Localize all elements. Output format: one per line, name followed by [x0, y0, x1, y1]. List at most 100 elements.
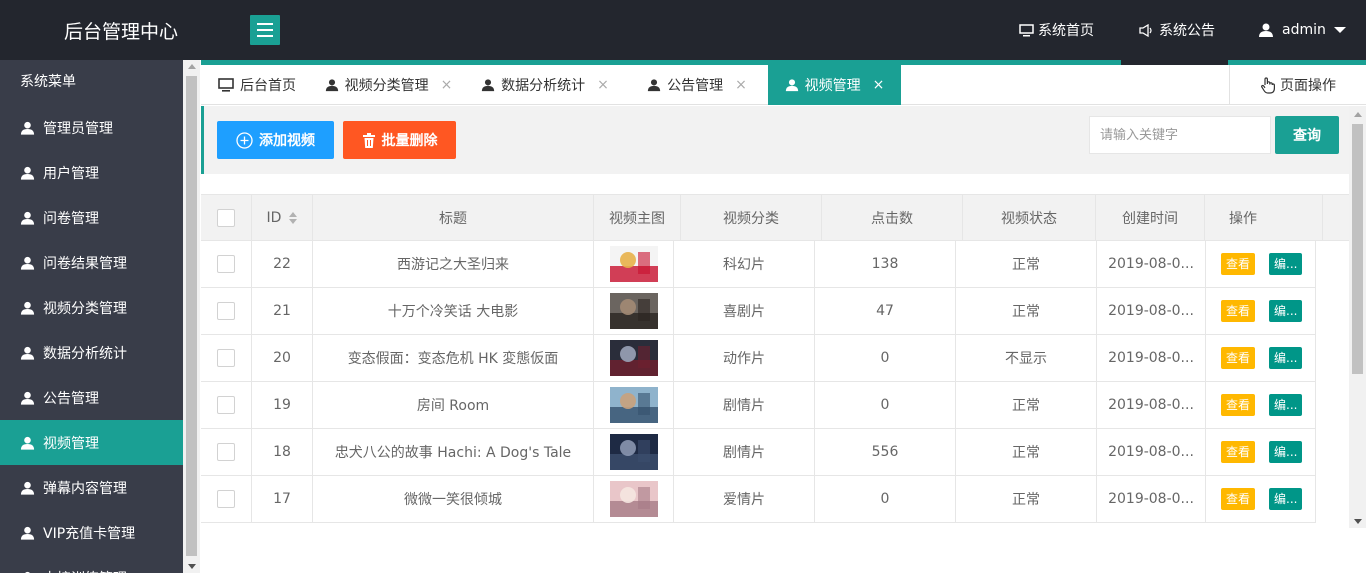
- cell-created: 2019-08-0...: [1097, 382, 1206, 428]
- close-icon[interactable]: ×: [735, 77, 747, 93]
- row-select-cell: [201, 382, 252, 428]
- close-icon[interactable]: ×: [441, 77, 453, 93]
- tab-label: 后台首页: [240, 78, 296, 94]
- row-checkbox[interactable]: [217, 255, 235, 273]
- tab-data-analysis[interactable]: 数据分析统计 ×: [464, 65, 626, 105]
- user-icon: [20, 481, 35, 495]
- edit-button[interactable]: 编...: [1269, 347, 1303, 369]
- user-menu[interactable]: admin: [1258, 0, 1346, 60]
- tab-announcement[interactable]: 公告管理 ×: [626, 65, 768, 105]
- table-header: ID 标题 视频主图 视频分类 点击数 视频状态 创建时间 操作: [201, 194, 1349, 241]
- table-row[interactable]: 20 变态假面：变态危机 HK 変態仮面 动作片 0 不显示 2019-08-0... 查看…: [201, 335, 1316, 382]
- video-thumbnail-image[interactable]: [609, 387, 658, 423]
- cell-created: 2019-08-0...: [1097, 429, 1206, 475]
- edit-button[interactable]: 编...: [1269, 394, 1303, 416]
- nav-system-home[interactable]: 系统首页: [1019, 0, 1094, 60]
- cell-thumbnail: [594, 476, 674, 522]
- video-thumbnail-image[interactable]: [609, 246, 658, 282]
- row-checkbox[interactable]: [217, 302, 235, 320]
- view-button[interactable]: 查看: [1221, 441, 1256, 463]
- nav-system-notice-label: 系统公告: [1159, 23, 1215, 39]
- video-thumbnail-image[interactable]: [609, 293, 658, 329]
- view-button[interactable]: 查看: [1221, 300, 1256, 322]
- sidebar-item[interactable]: 公告管理: [0, 375, 183, 420]
- header-id[interactable]: ID: [252, 195, 313, 241]
- keyword-search-input[interactable]: [1089, 116, 1271, 154]
- tab-video-management[interactable]: 视频管理 ×: [768, 65, 901, 105]
- tab-video-category[interactable]: 视频分类管理 ×: [313, 65, 464, 105]
- scrollbar-thumb[interactable]: [1352, 124, 1363, 374]
- edit-button[interactable]: 编...: [1269, 253, 1303, 275]
- row-checkbox[interactable]: [217, 396, 235, 414]
- table-scrollbar[interactable]: [1349, 106, 1366, 528]
- sidebar-item[interactable]: 问卷结果管理: [0, 240, 183, 285]
- row-checkbox[interactable]: [217, 349, 235, 367]
- row-checkbox[interactable]: [217, 443, 235, 461]
- scroll-down-arrow-icon[interactable]: [1354, 519, 1362, 524]
- cell-id: 17: [252, 476, 313, 522]
- sidebar-item[interactable]: 用户管理: [0, 150, 183, 195]
- video-thumbnail-image[interactable]: [609, 340, 658, 376]
- table-row[interactable]: 21 十万个冷笑话 大电影 喜剧片 47 正常 2019-08-0... 查看 编...: [201, 288, 1316, 335]
- user-icon: [20, 166, 35, 180]
- edit-button[interactable]: 编...: [1269, 441, 1303, 463]
- sidebar-item[interactable]: 问卷管理: [0, 195, 183, 240]
- sidebar-scrollbar[interactable]: [183, 60, 200, 573]
- search-button[interactable]: 查询: [1275, 116, 1339, 154]
- header-category: 视频分类: [681, 195, 822, 241]
- row-checkbox[interactable]: [217, 490, 235, 508]
- view-button[interactable]: 查看: [1221, 253, 1256, 275]
- cell-id: 21: [252, 288, 313, 334]
- sidebar-toggle-button[interactable]: [250, 15, 280, 45]
- batch-delete-button[interactable]: 批量删除: [343, 121, 456, 159]
- sidebar-item-label: 问卷结果管理: [43, 255, 127, 272]
- scroll-up-arrow-icon[interactable]: [188, 64, 196, 69]
- view-button[interactable]: 查看: [1221, 347, 1256, 369]
- sidebar-item[interactable]: VIP充值卡管理: [0, 510, 183, 555]
- header-thumbnail: 视频主图: [594, 195, 681, 241]
- search-button-label: 查询: [1293, 128, 1321, 144]
- close-icon[interactable]: ×: [597, 77, 609, 93]
- table-row[interactable]: 17 微微一笑很倾城 爱情片 0 正常 2019-08-0... 查看 编...: [201, 476, 1316, 523]
- cell-actions: 查看 编...: [1206, 429, 1316, 475]
- edit-button[interactable]: 编...: [1269, 488, 1303, 510]
- cell-title: 忠犬八公的故事 Hachi: A Dog's Tale: [313, 429, 594, 475]
- cell-category: 爱情片: [674, 476, 815, 522]
- sidebar-item-label: 管理员管理: [43, 120, 113, 137]
- page-operations-button[interactable]: 页面操作: [1229, 65, 1366, 105]
- view-button[interactable]: 查看: [1221, 488, 1256, 510]
- table-row[interactable]: 22 西游记之大圣归来 科幻片 138 正常 2019-08-0... 查看 编...: [201, 241, 1316, 288]
- scrollbar-thumb[interactable]: [186, 76, 197, 556]
- sidebar-item[interactable]: 弹幕内容管理: [0, 465, 183, 510]
- sort-icon[interactable]: [289, 212, 298, 224]
- cell-clicks: 0: [815, 335, 956, 381]
- user-icon: [20, 211, 35, 225]
- nav-system-notice[interactable]: 系统公告: [1139, 0, 1215, 60]
- table-row[interactable]: 18 忠犬八公的故事 Hachi: A Dog's Tale 剧情片 556 正常 201…: [201, 429, 1316, 476]
- tab-dashboard-home[interactable]: 后台首页: [201, 65, 313, 105]
- cell-id: 19: [252, 382, 313, 428]
- row-select-cell: [201, 241, 252, 287]
- sidebar-item-label: 视频分类管理: [43, 300, 127, 317]
- video-thumbnail-image[interactable]: [609, 481, 658, 517]
- cell-actions: 查看 编...: [1206, 288, 1316, 334]
- sidebar-item[interactable]: 管理员管理: [0, 105, 183, 150]
- select-all-checkbox[interactable]: [217, 209, 235, 227]
- sidebar-item[interactable]: 视频分类管理: [0, 285, 183, 330]
- scroll-down-arrow-icon[interactable]: [188, 564, 196, 569]
- toolbar: 添加视频 批量删除 查询: [201, 106, 1349, 174]
- close-icon[interactable]: ×: [873, 77, 885, 93]
- sidebar-item[interactable]: 视频管理: [0, 420, 183, 465]
- add-video-button[interactable]: 添加视频: [217, 121, 334, 159]
- video-thumbnail-image[interactable]: [609, 434, 658, 470]
- sidebar-item[interactable]: 卡接训练管理: [0, 555, 183, 573]
- view-button[interactable]: 查看: [1221, 394, 1256, 416]
- header-created: 创建时间: [1096, 195, 1205, 241]
- scroll-up-arrow-icon[interactable]: [1354, 112, 1362, 117]
- edit-button[interactable]: 编...: [1269, 300, 1303, 322]
- header-select-all-cell: [201, 195, 252, 241]
- sidebar-item-label: 问卷管理: [43, 210, 99, 227]
- sidebar-item[interactable]: 数据分析统计: [0, 330, 183, 375]
- table-row[interactable]: 19 房间 Room 剧情片 0 正常 2019-08-0... 查看 编...: [201, 382, 1316, 429]
- top-header: 后台管理中心 系统首页 系统公告 admin: [0, 0, 1366, 60]
